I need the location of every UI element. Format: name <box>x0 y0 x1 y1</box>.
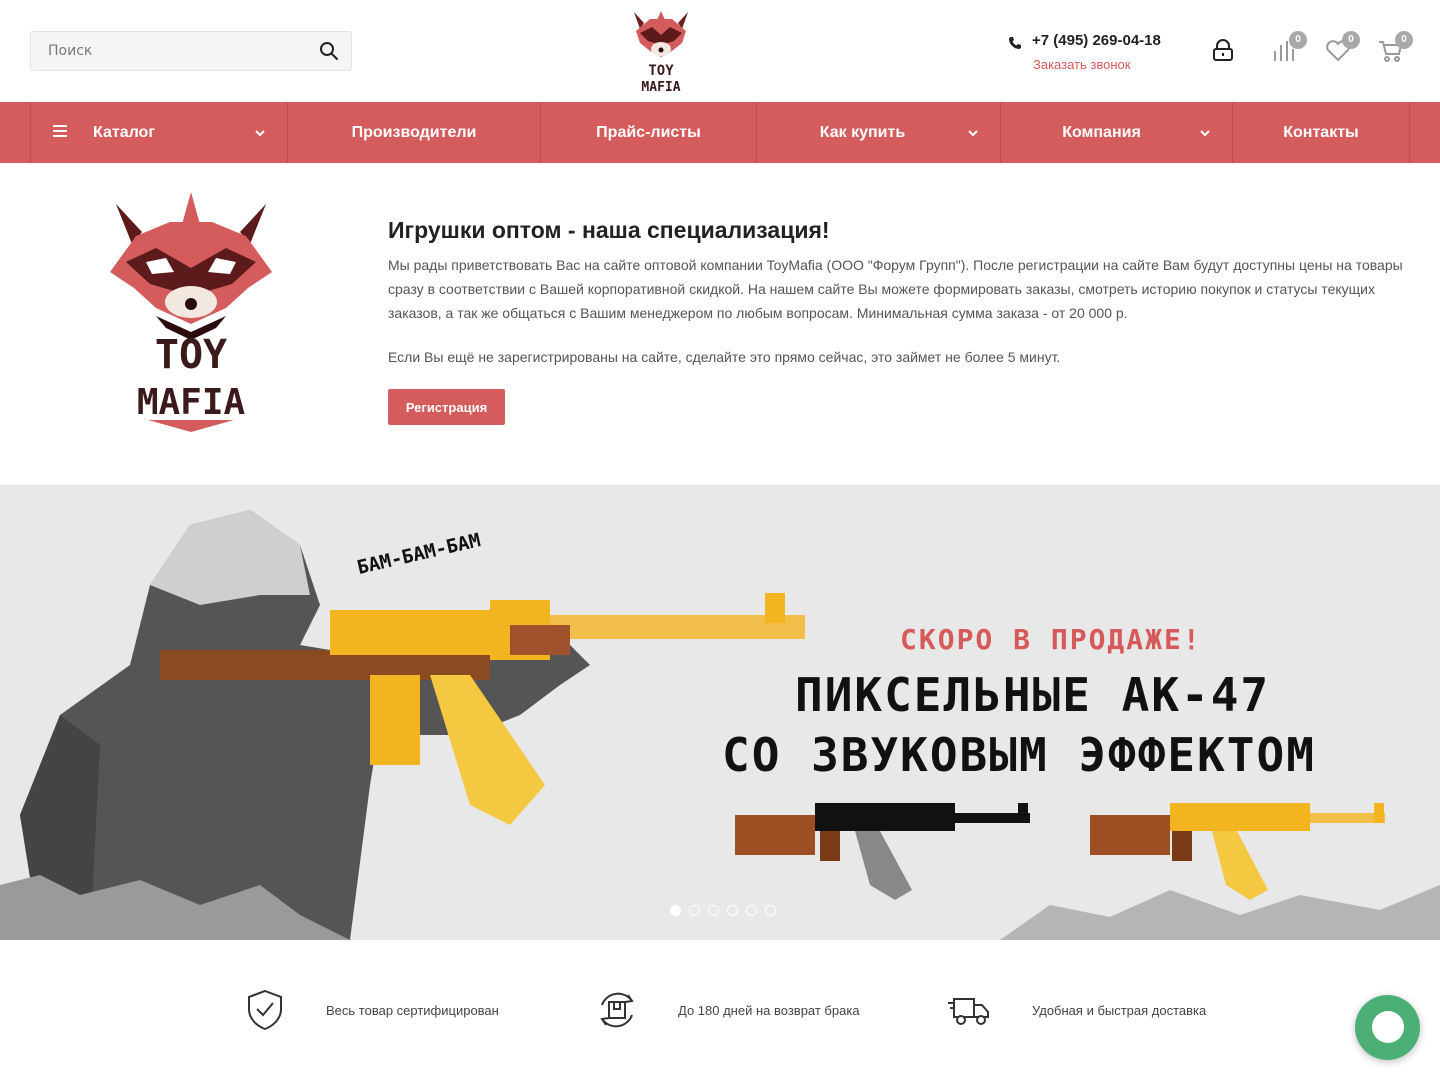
slider-dot-6[interactable] <box>765 905 776 916</box>
banner-headline-1: ПИКСЕЛЬНЫЕ АК-47 <box>795 668 1271 722</box>
register-button[interactable]: Регистрация <box>388 389 505 425</box>
toymafia-large-logo: TOY MAFIA <box>110 192 272 432</box>
search-box <box>30 31 352 71</box>
feature-certified: Весь товар сертифицирован <box>242 986 499 1034</box>
slider-dot-5[interactable] <box>746 905 757 916</box>
slider-dot-1[interactable] <box>670 905 681 916</box>
shield-check-icon <box>248 989 282 1031</box>
phone-number[interactable]: +7 (495) 269-04-18 <box>1032 32 1161 49</box>
logo-text-mafia: MAFIA <box>137 382 246 423</box>
compare-count-badge: 0 <box>1289 31 1307 49</box>
nav-item-catalog[interactable]: Каталог <box>31 102 288 163</box>
nav-item-company[interactable]: Компания <box>1001 102 1233 163</box>
main-nav: Каталог Производители Прайс-листы Как ку… <box>0 102 1440 163</box>
return-box-icon <box>600 992 634 1028</box>
slider-dot-2[interactable] <box>689 905 700 916</box>
menu-burger-icon <box>53 125 67 137</box>
chevron-down-icon <box>1200 130 1210 137</box>
slider-dot-4[interactable] <box>727 905 738 916</box>
intro-paragraph-1: Мы рады приветствовать Вас на сайте опто… <box>388 257 1403 321</box>
promo-banner[interactable]: БАМ-БАМ-БАМ СКОРО В ПРОДАЖЕ! ПИКСЕЛЬНЫЕ … <box>0 485 1440 940</box>
nav-label-how-to-buy: Как купить <box>819 123 906 141</box>
phone-icon <box>1009 37 1021 49</box>
callback-link[interactable]: Заказать звонок <box>1033 57 1130 72</box>
search-icon[interactable] <box>319 41 339 61</box>
feature-delivery: Удобная и быстрая доставка <box>946 986 1206 1034</box>
feature-return-text: До 180 дней на возврат брака <box>678 1002 860 1018</box>
search-input[interactable] <box>31 32 311 70</box>
wishlist-button[interactable]: 0 <box>1324 31 1360 65</box>
slider-dots <box>670 905 776 916</box>
logo-text-toy: TOY <box>155 332 227 378</box>
nav-label-contacts: Контакты <box>1283 123 1359 141</box>
banner-tag: СКОРО В ПРОДАЖЕ! <box>900 623 1202 656</box>
nav-label-manufacturers: Производители <box>351 123 477 141</box>
cart-button[interactable]: 0 <box>1377 31 1413 65</box>
chevron-down-icon <box>968 130 978 137</box>
login-button[interactable] <box>1209 37 1237 65</box>
intro-paragraph-2: Если Вы ещё не зарегистрированы на сайте… <box>388 349 1061 365</box>
cart-count-badge: 0 <box>1395 31 1413 49</box>
nav-label-catalog: Каталог <box>93 123 155 141</box>
toymafia-logo[interactable]: TOY MAFIA <box>630 9 692 97</box>
intro-title: Игрушки оптом - наша специализация! <box>388 217 830 243</box>
site-header: TOY MAFIA +7 (495) 269-04-18 Заказать зв… <box>0 0 1440 102</box>
lock-icon <box>1213 39 1233 61</box>
nav-item-price-lists[interactable]: Прайс-листы <box>541 102 757 163</box>
svg-text:MAFIA: MAFIA <box>641 80 680 95</box>
nav-item-how-to-buy[interactable]: Как купить <box>757 102 1001 163</box>
nav-label-price-lists: Прайс-листы <box>596 123 701 141</box>
compare-button[interactable]: 0 <box>1271 31 1307 65</box>
slider-dot-3[interactable] <box>708 905 719 916</box>
feature-delivery-text: Удобная и быстрая доставка <box>1032 1002 1207 1018</box>
nav-label-company: Компания <box>1062 123 1141 141</box>
delivery-truck-icon <box>948 998 989 1025</box>
nav-item-manufacturers[interactable]: Производители <box>288 102 541 163</box>
wishlist-count-badge: 0 <box>1342 31 1360 49</box>
feature-return: До 180 дней на возврат брака <box>594 986 860 1034</box>
chevron-down-icon <box>255 130 265 137</box>
chat-widget-button[interactable] <box>1355 995 1420 1060</box>
feature-certified-text: Весь товар сертифицирован <box>326 1002 499 1018</box>
banner-headline-2: СО ЗВУКОВЫМ ЭФФЕКТОМ <box>722 728 1316 782</box>
nav-item-contacts[interactable]: Контакты <box>1233 102 1410 163</box>
svg-text:TOY: TOY <box>648 63 674 79</box>
